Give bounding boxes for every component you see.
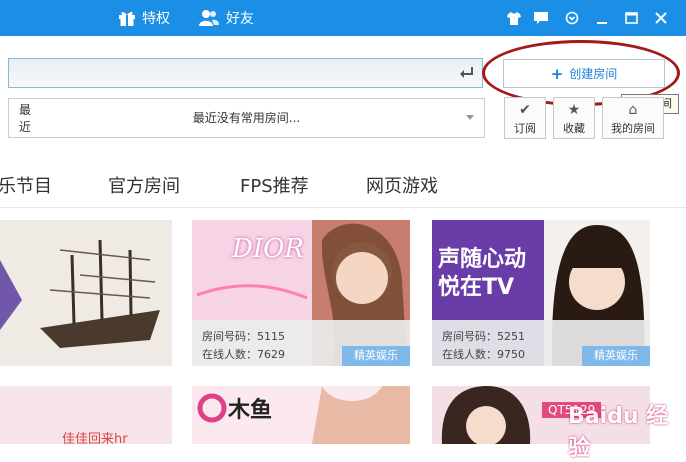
shirt-icon <box>507 11 521 25</box>
create-room-button[interactable]: + 创建房间 <box>503 59 665 88</box>
card-tag-text: 佳佳回来hr <box>62 432 128 444</box>
maximize-button[interactable] <box>621 8 641 28</box>
category-badge: 精英娱乐 <box>342 346 410 366</box>
card-tag-text: 木鱼 <box>228 398 273 423</box>
room-card-partial[interactable]: 佳佳回来hr <box>0 386 172 444</box>
home-icon: ⌂ <box>628 102 638 118</box>
dropdown-arrow-icon[interactable] <box>466 115 474 120</box>
menu-button[interactable] <box>562 8 582 28</box>
tab-entertainment[interactable]: 乐节目 <box>0 172 52 198</box>
category-badge: 精英娱乐 <box>582 346 650 366</box>
room-card-ship[interactable] <box>0 220 172 366</box>
subscribe-label: 订阅 <box>514 122 536 135</box>
close-icon <box>655 12 667 24</box>
tab-fps-recommend[interactable]: FPS推荐 <box>240 172 309 198</box>
enter-icon[interactable] <box>458 66 474 80</box>
tab-web-games[interactable]: 网页游戏 <box>366 172 438 198</box>
ship-artwork <box>0 220 172 366</box>
checkmark-icon: ✔ <box>519 102 531 118</box>
card-art-text: 声随心动 悦在TV <box>438 247 527 300</box>
minimize-button[interactable] <box>592 8 612 28</box>
room-id: 房间号码：5251 <box>442 330 525 343</box>
recent-label: 最近 <box>19 103 32 134</box>
close-button[interactable] <box>651 8 671 28</box>
create-room-label: 创建房间 <box>569 67 618 81</box>
favorite-button[interactable]: ★ 收藏 <box>553 97 595 139</box>
friends-icon <box>199 10 219 26</box>
room-card[interactable]: DIOR 房间号码：5115 在线人数：7629 精英娱乐 <box>192 220 410 366</box>
gift-icon <box>119 11 135 26</box>
room-card-artwork <box>197 386 410 444</box>
my-room-button[interactable]: ⌂ 我的房间 <box>602 97 664 139</box>
online-count: 在线人数：7629 <box>202 348 285 361</box>
room-id: 房间号码：5115 <box>202 330 285 343</box>
minimize-icon <box>597 22 607 24</box>
menu-circle-icon <box>565 11 579 25</box>
tab-official-rooms[interactable]: 官方房间 <box>108 172 180 198</box>
tabs-divider <box>0 207 686 208</box>
friends-label: 好友 <box>226 11 254 27</box>
card-art-text: DIOR <box>232 234 305 264</box>
plus-icon: + <box>550 64 564 83</box>
favorite-label: 收藏 <box>563 122 585 135</box>
perks-label: 特权 <box>142 11 170 27</box>
star-icon: ★ <box>567 102 581 118</box>
room-card-partial[interactable]: 木鱼 <box>192 386 410 444</box>
perks-tab[interactable]: 特权 <box>118 0 170 36</box>
friends-tab[interactable]: 好友 <box>198 0 254 36</box>
skin-button[interactable] <box>504 8 524 28</box>
room-card[interactable]: 声随心动 悦在TV 房间号码：5251 在线人数：9750 精英娱乐 <box>432 220 650 366</box>
recent-rooms-dropdown[interactable]: 最近没有常用房间... 最近 <box>8 98 485 138</box>
recent-empty-text: 最近没有常用房间... <box>192 111 301 125</box>
title-bar: 特权 好友 <box>0 0 686 36</box>
subscribe-button[interactable]: ✔ 订阅 <box>504 97 546 139</box>
my-room-label: 我的房间 <box>611 122 655 135</box>
maximize-icon <box>624 12 638 24</box>
watermark: Baidu 经验 <box>568 404 669 461</box>
online-count: 在线人数：9750 <box>442 348 525 361</box>
message-icon <box>534 11 548 24</box>
room-search-input[interactable] <box>8 58 483 88</box>
message-button[interactable] <box>531 8 551 28</box>
